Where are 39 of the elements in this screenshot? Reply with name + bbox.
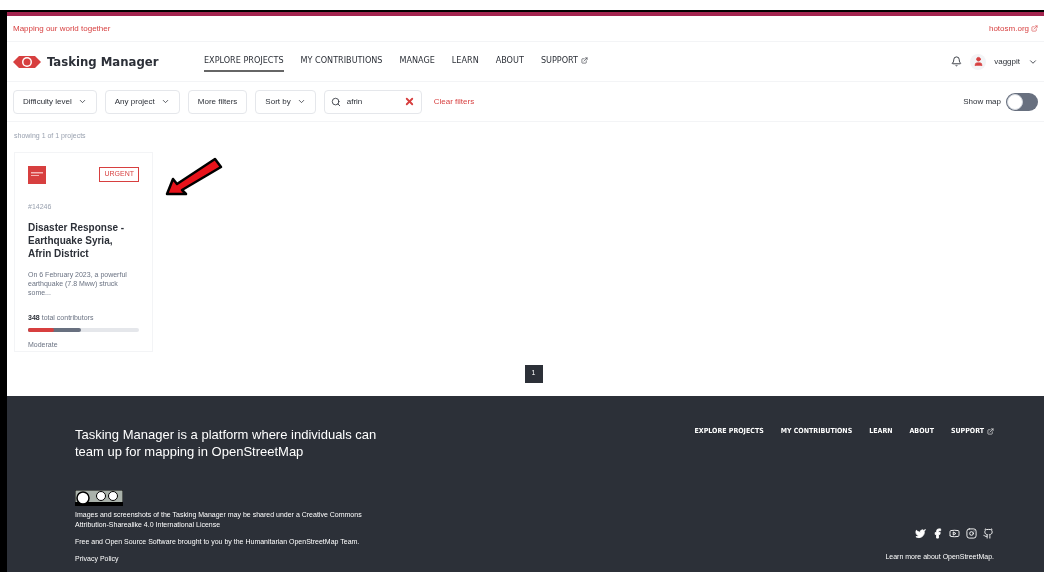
license-icon bbox=[75, 490, 123, 506]
external-link-icon bbox=[987, 427, 994, 435]
nav-link[interactable]: SUPPORT bbox=[540, 50, 588, 73]
tagline: Mapping our world together bbox=[13, 22, 111, 35]
chevron-down-icon bbox=[160, 97, 170, 106]
pointer-arrow bbox=[165, 157, 223, 197]
footer-about: Tasking Manager is a platform where individuals can team up for mapping in OpenStreetMap bbox=[75, 426, 378, 460]
twitter-icon[interactable] bbox=[915, 527, 926, 539]
nav-link[interactable]: MY CONTRIBUTIONS bbox=[300, 50, 383, 73]
clear-search-icon[interactable] bbox=[403, 96, 415, 107]
logo-icon bbox=[13, 53, 41, 70]
external-link-icon bbox=[1031, 25, 1038, 32]
avatar[interactable] bbox=[970, 53, 987, 70]
youtube-icon[interactable] bbox=[949, 527, 960, 539]
nav-link[interactable]: EXPLORE PROJECTS bbox=[204, 50, 284, 73]
search-field[interactable]: afrin bbox=[323, 89, 422, 114]
external-link-icon bbox=[581, 57, 588, 64]
show-map-label: Show map bbox=[963, 95, 1001, 108]
site-link[interactable]: hotosm.org bbox=[988, 22, 1038, 35]
clear-filters-link[interactable]: Clear filters bbox=[433, 95, 475, 108]
project-title: Disaster Response - Earthquake Syria, Afrin District bbox=[28, 221, 126, 260]
search-icon bbox=[330, 96, 341, 107]
nav-link[interactable]: MANAGE bbox=[399, 50, 435, 73]
filter-button[interactable]: More filters bbox=[187, 89, 248, 114]
filter-dropdown[interactable]: Difficulty level bbox=[13, 89, 97, 114]
nav-link[interactable]: LEARN bbox=[451, 50, 479, 73]
chevron-down-icon bbox=[296, 97, 306, 106]
show-map-toggle[interactable] bbox=[1006, 92, 1038, 111]
facebook-icon[interactable] bbox=[932, 527, 943, 539]
chevron-down-icon bbox=[77, 97, 87, 106]
username[interactable]: vaggpit bbox=[994, 55, 1020, 68]
organisation-logo bbox=[28, 165, 46, 184]
filter-dropdown[interactable]: Any project bbox=[104, 89, 180, 114]
app-name: Tasking Manager bbox=[47, 52, 159, 71]
notifications-icon[interactable] bbox=[951, 56, 963, 67]
instagram-icon[interactable] bbox=[966, 527, 977, 539]
filter-dropdown[interactable]: Sort by bbox=[255, 89, 316, 114]
nav-link[interactable]: ABOUT bbox=[495, 50, 524, 73]
github-icon[interactable] bbox=[983, 527, 994, 539]
